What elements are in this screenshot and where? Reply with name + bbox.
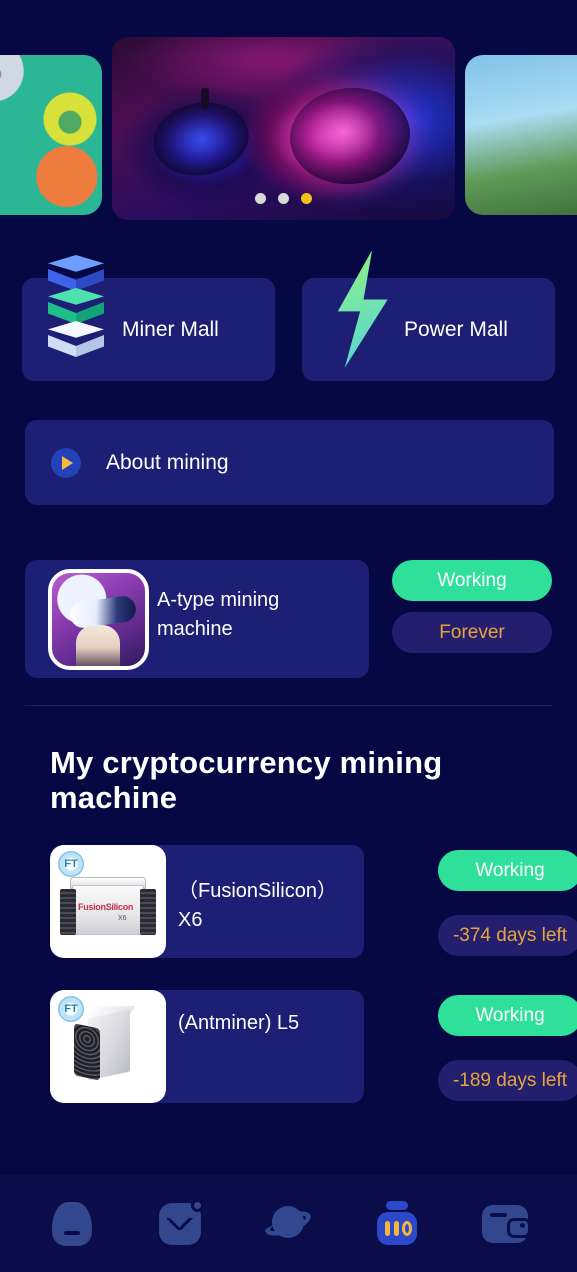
miner-icon (373, 1200, 421, 1247)
machine-name-label: （FusionSilicon）X6 (178, 880, 337, 931)
antminer-l5-thumbnail: FT (50, 990, 166, 1103)
mall-shortcuts: Miner Mall Power Mall (0, 250, 577, 381)
miner-mall-label: Miner Mall (122, 317, 219, 341)
notification-badge-icon (191, 1198, 205, 1212)
featured-machine-name: A-type mining machine (157, 589, 280, 640)
lightning-bolt-icon (324, 250, 410, 373)
tab-miner[interactable] (366, 1193, 428, 1255)
ft-badge-icon: FT (58, 851, 84, 877)
vr-sensor-detail (201, 88, 210, 110)
featured-machine-status-group: Working Forever (392, 560, 552, 653)
machine-status-group: Working -189 days left (438, 995, 577, 1101)
table-row: FT (Antminer) L5 Working -189 days left (50, 990, 577, 1108)
rig-brand-text: FusionSilicon (78, 902, 134, 912)
wallet-icon (481, 1204, 531, 1243)
tab-wallet[interactable] (474, 1193, 536, 1255)
machine-card-antminer[interactable]: FT (Antminer) L5 (50, 990, 364, 1103)
tab-market[interactable] (149, 1193, 211, 1255)
mining-app-screen: Miner Mall Power Mall About mining A-typ… (0, 0, 577, 1272)
days-left-badge[interactable]: -189 days left (438, 1060, 577, 1101)
status-badge-working[interactable]: Working (438, 850, 577, 891)
featured-machine-row: A-type mining machine Working Forever (25, 560, 552, 678)
stacked-cubes-icon (42, 255, 114, 363)
carousel-dots[interactable] (112, 193, 455, 204)
carousel-slide-previous[interactable] (0, 55, 102, 215)
play-icon[interactable] (51, 447, 81, 478)
power-mall-label: Power Mall (404, 317, 508, 341)
carousel-dot-3[interactable] (301, 193, 312, 204)
miner-rig-illustration (70, 1006, 150, 1090)
table-row: FT FusionSilicon X6 （FusionSilicon）X6 Wo… (50, 845, 577, 963)
power-mall-card[interactable]: Power Mall (302, 250, 555, 381)
about-mining-label: About mining (106, 450, 229, 474)
tab-home[interactable] (41, 1193, 103, 1255)
page-title: My cryptocurrency mining machine (50, 745, 443, 815)
home-icon (52, 1201, 93, 1246)
tab-explore[interactable] (257, 1193, 319, 1255)
vr-avatar-thumbnail (48, 569, 149, 670)
chart-icon (159, 1198, 205, 1245)
machine-name-label: (Antminer) L5 (178, 1012, 300, 1034)
status-badge-working[interactable]: Working (392, 560, 552, 601)
rig-model-text: X6 (118, 915, 127, 922)
fusionsilicon-x6-thumbnail: FT FusionSilicon X6 (50, 845, 166, 958)
banner-carousel[interactable] (0, 0, 577, 232)
machine-list: FT FusionSilicon X6 （FusionSilicon）X6 Wo… (50, 845, 577, 1135)
status-badge-working[interactable]: Working (438, 995, 577, 1036)
machine-card-fusionsilicon[interactable]: FT FusionSilicon X6 （FusionSilicon）X6 (50, 845, 364, 958)
carousel-dot-1[interactable] (255, 193, 266, 204)
bottom-navigation (0, 1175, 577, 1272)
section-divider (25, 705, 553, 706)
planet-icon (265, 1204, 311, 1244)
miner-mall-card[interactable]: Miner Mall (22, 255, 275, 381)
about-mining-card[interactable]: About mining (25, 420, 554, 505)
miner-rig-illustration: FusionSilicon X6 (60, 875, 156, 941)
days-left-badge[interactable]: -374 days left (438, 915, 577, 956)
carousel-slide-next[interactable] (465, 55, 577, 215)
machine-status-group: Working -374 days left (438, 850, 577, 956)
featured-machine-card[interactable]: A-type mining machine (25, 560, 369, 678)
carousel-dot-2[interactable] (278, 193, 289, 204)
duration-badge[interactable]: Forever (392, 612, 552, 653)
